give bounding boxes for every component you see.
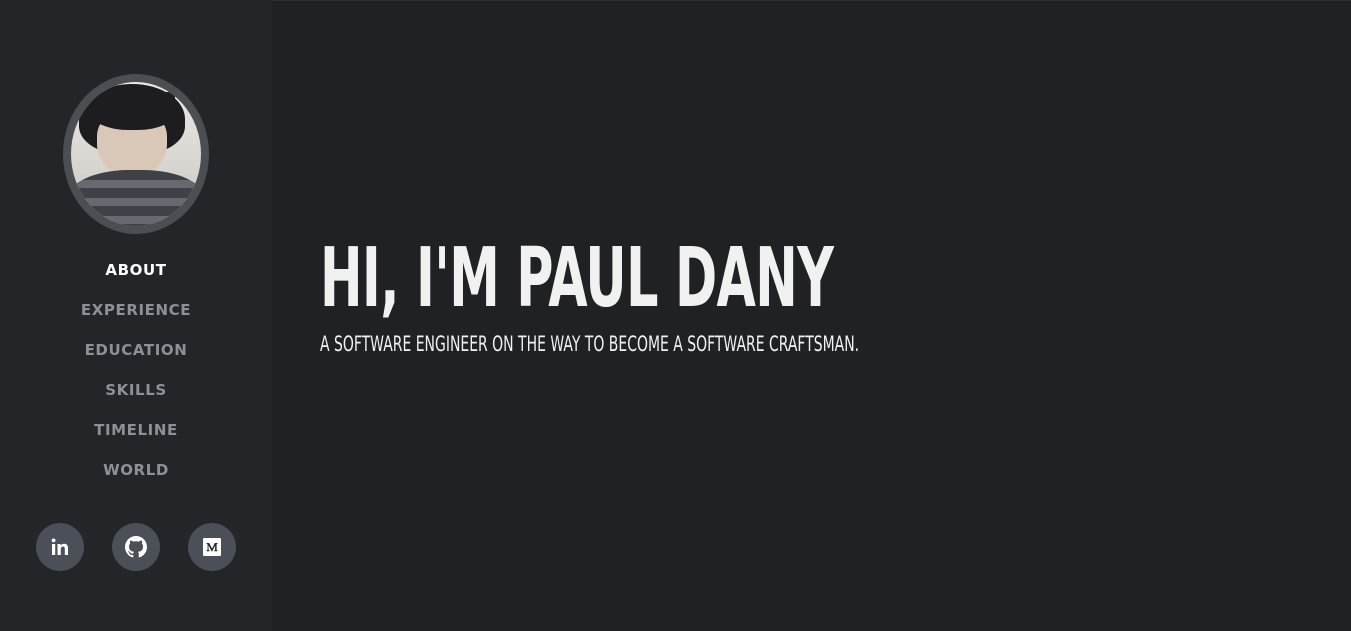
github-icon [125, 536, 147, 558]
sidebar: ABOUT EXPERIENCE EDUCATION SKILLS TIMELI… [0, 0, 272, 631]
nav-item-skills[interactable]: SKILLS [0, 378, 272, 418]
page: ABOUT EXPERIENCE EDUCATION SKILLS TIMELI… [0, 0, 1351, 631]
avatar [63, 74, 209, 234]
nav-item-education[interactable]: EDUCATION [0, 338, 272, 378]
nav-item-experience[interactable]: EXPERIENCE [0, 298, 272, 338]
linkedin-link[interactable] [36, 523, 84, 571]
medium-icon [203, 538, 221, 556]
medium-link[interactable] [188, 523, 236, 571]
nav-item-world[interactable]: WORLD [0, 458, 272, 498]
avatar-photo [71, 82, 201, 226]
hero-subtitle: A SOFTWARE ENGINEER ON THE WAY TO BECOME… [320, 332, 860, 356]
sidebar-nav: ABOUT EXPERIENCE EDUCATION SKILLS TIMELI… [0, 258, 272, 498]
linkedin-icon [51, 538, 68, 555]
main-content: HI, I'M PAUL DANY A SOFTWARE ENGINEER ON… [272, 0, 1351, 631]
nav-item-about[interactable]: ABOUT [0, 258, 272, 298]
hero-title: HI, I'M PAUL DANY [320, 231, 834, 326]
nav-item-timeline[interactable]: TIMELINE [0, 418, 272, 458]
github-link[interactable] [112, 523, 160, 571]
social-links [36, 523, 236, 571]
